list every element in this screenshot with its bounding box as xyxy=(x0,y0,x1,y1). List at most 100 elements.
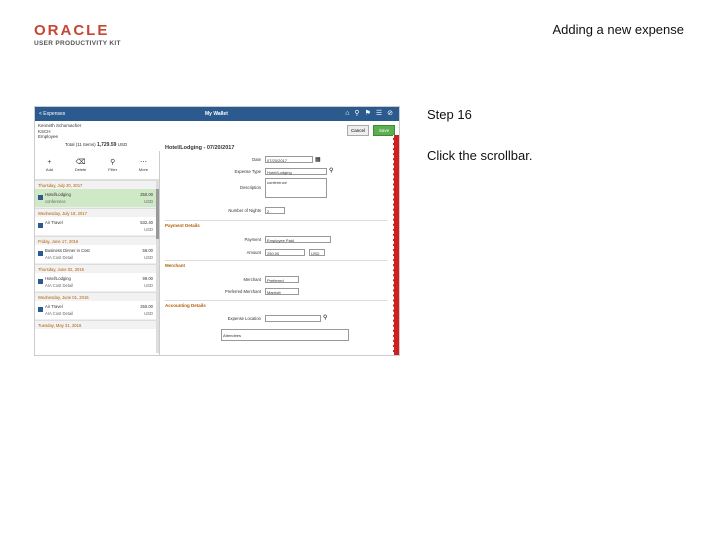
item-amount: 532.40 xyxy=(140,220,153,225)
calendar-icon[interactable]: ▦ xyxy=(315,156,321,163)
payment-select[interactable]: Employee Paid xyxy=(265,236,331,243)
tool-label: Filter xyxy=(108,166,118,172)
tool-filter-icon: ⚲ xyxy=(110,158,116,166)
expense-type-field[interactable]: Hotel/Lodging xyxy=(265,168,327,175)
divider xyxy=(165,220,387,221)
tool-label: Delete xyxy=(74,166,87,172)
day-header[interactable]: Friday, June 17, 2016 xyxy=(35,236,159,245)
tool-delete-button[interactable]: ⌫ Delete xyxy=(75,159,87,172)
payment-section: Payment Details xyxy=(165,223,200,228)
list-scrollbar-thumb[interactable] xyxy=(156,189,159,239)
item-currency: USD xyxy=(144,227,153,232)
logo-oracle-text: ORACLE xyxy=(34,22,110,39)
item-amount: 250.00 xyxy=(140,304,153,309)
amount-field[interactable]: 250.00 xyxy=(265,249,305,256)
item-amount: 99.00 xyxy=(142,276,153,281)
description-label: Description xyxy=(240,185,261,190)
description-field[interactable]: conference xyxy=(265,178,327,198)
tool-more-icon: ⋯ xyxy=(139,158,147,166)
tool-add-button[interactable]: + Add xyxy=(46,159,53,172)
payment-label: Payment xyxy=(244,237,261,242)
item-title: Hotel/Lodging xyxy=(45,192,71,197)
tool-more-button[interactable]: ⋯ More xyxy=(139,159,148,172)
day-header[interactable]: Thursday, July 20, 2017 xyxy=(35,180,159,189)
compass-icon[interactable]: ⊘ xyxy=(387,110,393,118)
app-title: My Wallet xyxy=(205,111,228,117)
expense-groups: Thursday, July 20, 2017 Hotel/Lodging conf… xyxy=(35,180,159,329)
app-screenshot: < Expenses My Wallet ⌂ ⚲ ⚑ ☰ ⊘ Kenneth S… xyxy=(34,106,400,356)
expense-list-item[interactable]: Hotel/Lodging AIA Cost Detail 99.00 USD xyxy=(35,273,159,292)
back-link[interactable]: < Expenses xyxy=(39,111,65,117)
accounting-section: Accounting Details xyxy=(165,303,206,308)
search-icon[interactable]: ⚲ xyxy=(354,110,359,118)
item-title: Air Travel xyxy=(45,304,63,309)
item-currency: USD xyxy=(144,283,153,288)
topbar-icons: ⌂ ⚲ ⚑ ☰ ⊘ xyxy=(345,110,393,118)
attendees-row[interactable]: Attendees xyxy=(221,329,349,341)
item-amount: 56.00 xyxy=(142,248,153,253)
total-summary: Total (11 Items) 1,729.59 USD xyxy=(65,142,127,148)
expense-type-icon xyxy=(38,279,43,284)
item-subtitle: AIA Cost Detail xyxy=(45,283,74,288)
expense-type-icon xyxy=(38,195,43,200)
item-currency: USD xyxy=(144,255,153,260)
item-amount: 250.00 xyxy=(140,192,153,197)
tool-filter-button[interactable]: ⚲ Filter xyxy=(108,159,117,172)
slide-title: Adding a new expense xyxy=(552,22,684,37)
total-label: Total (11 Items) xyxy=(65,142,96,147)
item-title: Hotel/Lodging xyxy=(45,276,71,281)
location-field[interactable] xyxy=(265,315,321,322)
item-currency: USD xyxy=(144,199,153,204)
app-topbar: < Expenses My Wallet ⌂ ⚲ ⚑ ☰ ⊘ xyxy=(35,107,399,121)
oracle-upk-logo: ORACLE USER PRODUCTIVITY KIT xyxy=(34,22,124,47)
nights-label: Number of Nights xyxy=(228,208,261,213)
expense-type-icon xyxy=(38,251,43,256)
day-header[interactable]: Wednesday, July 19, 2017 xyxy=(35,208,159,217)
item-subtitle: conference xyxy=(45,199,66,204)
tool-label: Add xyxy=(45,166,54,172)
home-icon[interactable]: ⌂ xyxy=(345,110,349,118)
total-currency: USD xyxy=(117,142,128,147)
location-search-icon[interactable]: ⚲ xyxy=(323,314,327,321)
step-label: Step 16 xyxy=(427,107,472,122)
tool-add-icon: + xyxy=(47,158,52,166)
date-field[interactable]: 07/20/2017 xyxy=(265,156,313,163)
divider xyxy=(165,260,387,261)
list-toolbar: + Add ⌫ Delete ⚲ Filter ⋯ More xyxy=(35,151,159,180)
expense-type-icon xyxy=(38,223,43,228)
person-info: Kenneth Schumacher KSCH Employee xyxy=(38,123,81,140)
expense-list-item[interactable]: Hotel/Lodging conference 250.00 USD xyxy=(35,189,159,208)
day-header[interactable]: Thursday, June 02, 2016 xyxy=(35,264,159,273)
expense-list-item[interactable]: Air Travel 532.40 USD xyxy=(35,217,159,236)
list-scrollbar[interactable] xyxy=(156,181,159,353)
item-title: Air Travel xyxy=(45,220,63,225)
right-scrollbar-highlight[interactable] xyxy=(393,135,399,355)
person-name: Kenneth Schumacher xyxy=(38,123,82,128)
location-label: Expense Location xyxy=(227,316,261,321)
date-label: Date xyxy=(252,157,261,162)
merchant-select[interactable]: Preferred xyxy=(265,276,299,283)
type-search-icon[interactable]: ⚲ xyxy=(329,167,333,174)
day-header[interactable]: Wednesday, June 01, 2016 xyxy=(35,292,159,301)
expense-list-item[interactable]: Air Travel AIA Cost Detail 250.00 USD xyxy=(35,301,159,320)
expense-list-item[interactable]: Business Dinner in Cost AIA Cost Detail 56… xyxy=(35,245,159,264)
expense-type-icon xyxy=(38,307,43,312)
expense-list-panel: + Add ⌫ Delete ⚲ Filter ⋯ More Thursday, July 2… xyxy=(35,151,160,355)
tool-label: More xyxy=(138,166,149,172)
expense-detail-panel: Hotel/Lodging - 07/20/2017 Date 07/20/20… xyxy=(161,135,393,355)
pref-merchant-label: Preferred Merchant xyxy=(224,289,261,294)
item-subtitle: AIA Cost Detail xyxy=(45,311,74,316)
pref-merchant-select[interactable]: Marriott xyxy=(265,288,299,295)
flag-icon[interactable]: ⚑ xyxy=(365,110,371,118)
total-amount: 1,729.59 xyxy=(96,142,117,148)
day-header[interactable]: Tuesday, May 31, 2016 xyxy=(35,320,159,329)
menu-icon[interactable]: ☰ xyxy=(376,110,382,118)
logo-upk-text: USER PRODUCTIVITY KIT xyxy=(34,40,121,47)
person-role: Employee xyxy=(38,134,59,139)
step-instruction: Click the scrollbar. xyxy=(427,148,533,163)
divider xyxy=(165,300,387,301)
detail-title: Hotel/Lodging - 07/20/2017 xyxy=(165,145,235,151)
merchant-label: Merchant xyxy=(243,277,261,282)
currency-field[interactable]: USD xyxy=(309,249,325,256)
nights-field[interactable]: 2 xyxy=(265,207,285,214)
